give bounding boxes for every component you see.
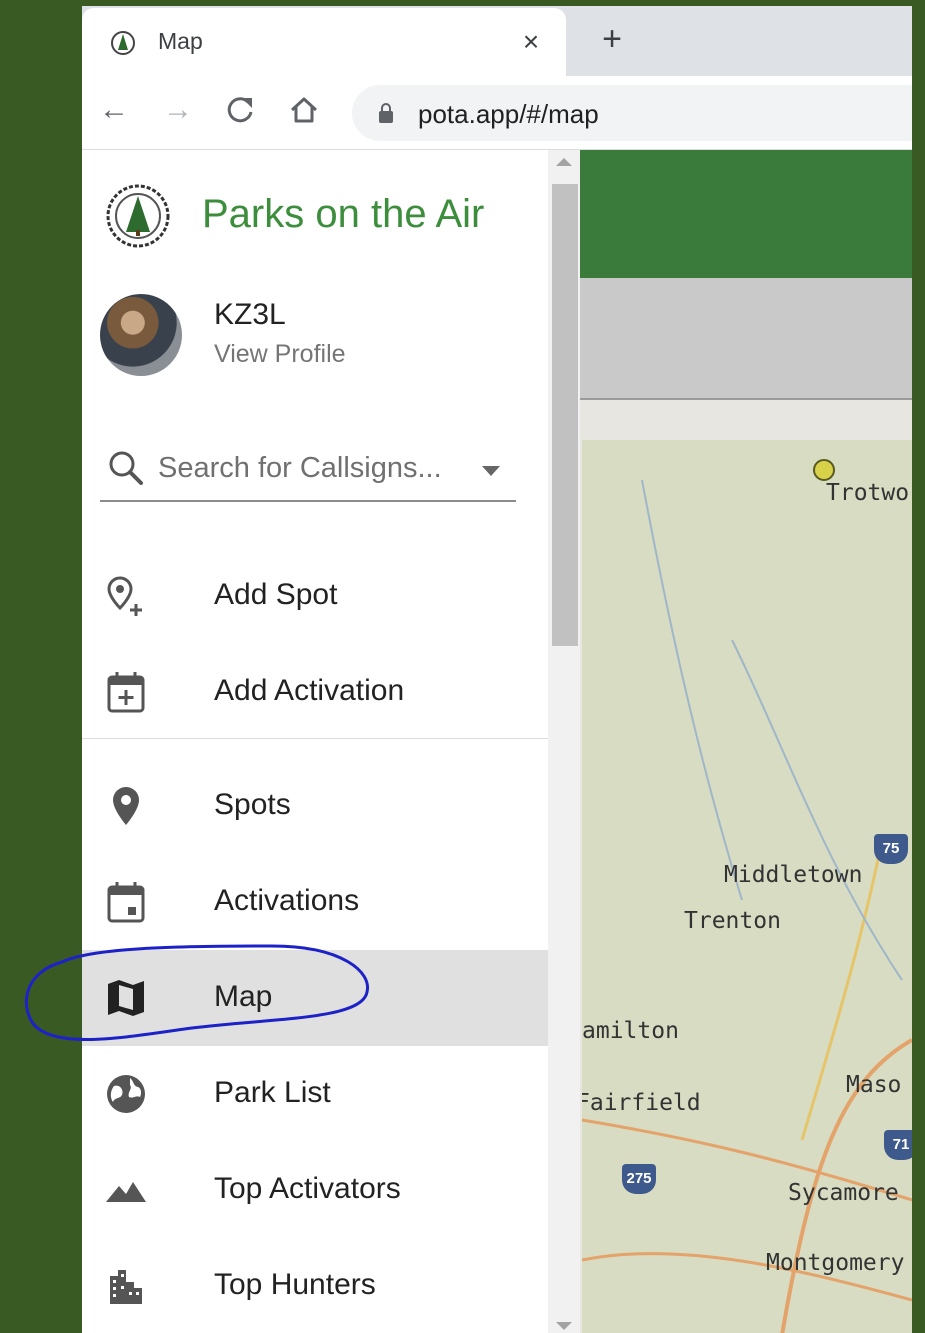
navigation-drawer: Parks on the Air KZ3L View Profile Add S bbox=[82, 150, 548, 1333]
interstate-shield: 75 bbox=[874, 834, 908, 864]
new-tab-button[interactable]: + bbox=[594, 20, 630, 59]
menu-item-add-activation[interactable]: Add Activation bbox=[82, 644, 548, 740]
menu-item-top-hunters[interactable]: Top Hunters bbox=[82, 1238, 548, 1333]
calendar-add-icon bbox=[107, 672, 145, 713]
calendar-icon bbox=[107, 882, 145, 923]
back-button[interactable]: ← bbox=[94, 90, 134, 130]
menu-label: Top Activators bbox=[214, 1172, 401, 1205]
buildings-icon bbox=[110, 1270, 142, 1304]
pota-logo-icon bbox=[106, 184, 170, 248]
app-title[interactable]: Parks on the Air bbox=[202, 192, 484, 237]
browser-toolbar: ← → pota.app/#/map bbox=[82, 76, 912, 150]
url-text: pota.app/#/map bbox=[418, 99, 599, 129]
home-icon[interactable] bbox=[284, 90, 324, 130]
map-label: Sycamore bbox=[788, 1180, 899, 1206]
callsign-search[interactable] bbox=[100, 440, 516, 502]
globe-icon bbox=[107, 1075, 145, 1113]
pota-favicon-icon bbox=[111, 31, 135, 55]
address-bar[interactable]: pota.app/#/map bbox=[352, 85, 912, 141]
scroll-down-icon[interactable] bbox=[556, 1322, 572, 1330]
app-subheader bbox=[548, 278, 912, 400]
menu-item-add-spot[interactable]: Add Spot bbox=[82, 548, 548, 644]
browser-window: Map × + ← → pota.app/#/map Trotwo Middle… bbox=[82, 6, 912, 1333]
lock-icon bbox=[379, 103, 393, 123]
view-profile-link[interactable]: View Profile bbox=[214, 340, 346, 369]
map-label: Trenton bbox=[684, 908, 781, 934]
scroll-up-icon[interactable] bbox=[556, 158, 572, 166]
map-label: Maso bbox=[846, 1072, 902, 1098]
app-header-bar bbox=[548, 150, 912, 278]
reload-icon[interactable] bbox=[220, 90, 260, 130]
close-tab-icon[interactable]: × bbox=[516, 26, 546, 58]
search-icon bbox=[109, 451, 143, 485]
avatar[interactable] bbox=[100, 294, 182, 376]
menu-item-spots[interactable]: Spots bbox=[82, 758, 548, 854]
menu-label: Add Activation bbox=[214, 674, 405, 707]
menu-item-top-activators[interactable]: Top Activators bbox=[82, 1142, 548, 1238]
map-label: Montgomery bbox=[766, 1250, 905, 1276]
search-input[interactable] bbox=[158, 452, 478, 485]
page-content: Trotwo Middletown Trenton amilton Fairfi… bbox=[82, 150, 912, 1333]
forward-button[interactable]: → bbox=[158, 90, 198, 130]
menu-label: Activations bbox=[214, 884, 360, 917]
map-view[interactable]: Trotwo Middletown Trenton amilton Fairfi… bbox=[582, 440, 912, 1333]
map-label: amilton bbox=[582, 1018, 679, 1044]
interstate-shield: 275 bbox=[622, 1164, 656, 1194]
scrollbar-thumb[interactable] bbox=[552, 184, 578, 646]
map-label: Fairfield bbox=[582, 1090, 701, 1116]
profile-callsign: KZ3L bbox=[214, 298, 286, 331]
menu-label: Spots bbox=[214, 788, 291, 821]
tab-map[interactable]: Map × bbox=[82, 8, 566, 76]
map-label: Trotwo bbox=[826, 480, 910, 506]
interstate-shield: 71 bbox=[884, 1130, 912, 1160]
menu-label: Add Spot bbox=[214, 578, 338, 611]
tab-strip: Map × + bbox=[82, 6, 912, 76]
map-label: Middletown bbox=[724, 862, 863, 888]
add-location-icon bbox=[107, 576, 142, 616]
menu-label: Top Hunters bbox=[214, 1268, 376, 1301]
mountains-icon bbox=[106, 1182, 146, 1202]
menu-item-park-list[interactable]: Park List bbox=[82, 1046, 548, 1142]
chevron-down-icon[interactable] bbox=[482, 466, 500, 476]
menu-item-activations[interactable]: Activations bbox=[82, 854, 548, 950]
menu-divider bbox=[82, 738, 548, 739]
annotation-circle bbox=[24, 944, 370, 1041]
location-pin-icon bbox=[113, 787, 139, 825]
menu-label: Park List bbox=[214, 1076, 331, 1109]
tab-title: Map bbox=[158, 28, 203, 54]
